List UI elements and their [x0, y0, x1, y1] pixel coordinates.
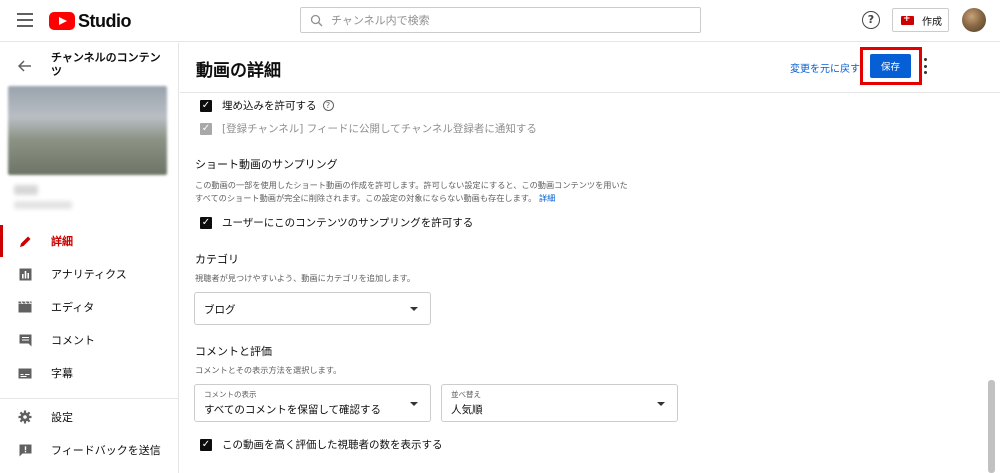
- avatar[interactable]: [962, 8, 986, 32]
- editor-icon: [18, 300, 32, 314]
- undo-changes-link[interactable]: 変更を元に戻す: [790, 60, 860, 75]
- feedback-icon: [18, 443, 32, 457]
- sidebar-item-label: エディタ: [51, 301, 95, 314]
- embed-checkbox[interactable]: ✓: [200, 99, 212, 112]
- logo-text: Studio: [78, 10, 132, 31]
- sidebar-item-label: コメント: [51, 334, 95, 347]
- category-title: カテゴリ: [195, 253, 239, 266]
- category-desc: 視聴者が見つけやすいよう、動画にカテゴリを追加します。: [195, 273, 416, 283]
- back-arrow-icon[interactable]: [17, 58, 32, 77]
- sidebar-item-label: 設定: [51, 411, 73, 424]
- sidebar-item-comments[interactable]: コメント: [0, 324, 179, 356]
- likes-checkbox[interactable]: ✓: [200, 438, 212, 451]
- embed-label: 埋め込みを許可する: [222, 100, 317, 112]
- scrollbar[interactable]: [988, 380, 995, 473]
- subtitles-icon: [18, 366, 32, 380]
- help-icon[interactable]: ?: [862, 11, 880, 29]
- chevron-down-icon: [410, 402, 418, 406]
- search-icon[interactable]: [301, 14, 331, 27]
- video-title-blurred: [14, 185, 38, 195]
- sidebar-item-editor[interactable]: エディタ: [0, 291, 179, 323]
- page-title: 動画の詳細: [196, 61, 281, 81]
- comment-visibility-value: すべてのコメントを保留して確認する: [204, 404, 382, 416]
- sidebar-item-label: 詳細: [51, 235, 73, 248]
- notify-label: [登録チャンネル] フィードに公開してチャンネル登録者に通知する: [222, 123, 537, 135]
- sidebar-item-details[interactable]: 詳細: [0, 225, 179, 257]
- gear-icon: [18, 410, 32, 424]
- main-header: 動画の詳細 変更を元に戻す 保存: [180, 43, 1000, 93]
- embed-checkbox-row[interactable]: ✓ 埋め込みを許可する ?: [200, 98, 334, 113]
- notify-checkbox-row: ✓ [登録チャンネル] フィードに公開してチャンネル登録者に通知する: [200, 121, 537, 136]
- create-label: 作成: [922, 16, 942, 28]
- sidebar-item-analytics[interactable]: アナリティクス: [0, 258, 179, 290]
- sort-value: 人気順: [451, 404, 483, 416]
- sort-select[interactable]: 並べ替え 人気順: [441, 384, 678, 422]
- analytics-icon: [18, 267, 32, 281]
- sampling-label: ユーザーにこのコンテンツのサンプリングを許可する: [222, 217, 474, 229]
- sampling-checkbox-row[interactable]: ✓ ユーザーにこのコンテンツのサンプリングを許可する: [200, 215, 473, 230]
- shorts-sampling-desc: この動画の一部を使用したショート動画の作成を許可します。許可しない設定にすると、…: [195, 179, 685, 205]
- top-bar: Studio ? 作成: [0, 0, 1000, 42]
- shorts-desc-line-1: この動画の一部を使用したショート動画の作成を許可します。許可しない設定にすると、…: [195, 180, 628, 190]
- category-select[interactable]: ブログ: [194, 292, 431, 325]
- likes-label: この動画を高く評価した視聴者の数を表示する: [222, 439, 443, 451]
- more-options-icon[interactable]: [922, 58, 928, 74]
- search-bar: [300, 7, 701, 33]
- youtube-logo-icon: [49, 12, 75, 30]
- sidebar-title: チャンネルのコンテンツ: [51, 51, 161, 78]
- save-button[interactable]: 保存: [870, 54, 911, 78]
- sidebar-item-label: 字幕: [51, 367, 73, 380]
- search-input[interactable]: [331, 13, 671, 27]
- sidebar-divider: [0, 398, 179, 399]
- sidebar-item-feedback[interactable]: フィードバックを送信: [0, 434, 179, 466]
- create-button[interactable]: 作成: [892, 8, 949, 32]
- menu-icon[interactable]: [17, 13, 33, 27]
- comments-ratings-title: コメントと評価: [195, 345, 272, 358]
- likes-checkbox-row[interactable]: ✓ この動画を高く評価した視聴者の数を表示する: [200, 437, 443, 452]
- chevron-down-icon: [410, 307, 418, 311]
- comment-visibility-select[interactable]: コメントの表示 すべてのコメントを保留して確認する: [194, 384, 431, 422]
- studio-logo[interactable]: Studio: [49, 10, 132, 31]
- shorts-sampling-title: ショート動画のサンプリング: [195, 158, 338, 171]
- video-thumbnail[interactable]: [8, 86, 167, 175]
- create-video-icon: [901, 14, 914, 25]
- help-icon[interactable]: ?: [322, 100, 334, 111]
- sidebar-item-label: フィードバックを送信: [51, 444, 161, 457]
- comment-icon: [18, 333, 32, 347]
- sampling-checkbox[interactable]: ✓: [200, 216, 212, 229]
- notify-checkbox: ✓: [200, 122, 212, 135]
- video-subtitle-blurred: [14, 201, 72, 209]
- sidebar-item-label: アナリティクス: [51, 268, 127, 281]
- pencil-icon: [18, 234, 32, 248]
- details-content: ✓ 埋め込みを許可する ? ✓ [登録チャンネル] フィードに公開してチャンネル…: [180, 94, 980, 473]
- sidebar: チャンネルのコンテンツ 詳細 アナリティクス エディタ コメント 字幕 設定 フ…: [0, 43, 179, 473]
- category-value: ブログ: [204, 304, 236, 316]
- chevron-down-icon: [657, 402, 665, 406]
- comments-desc: コメントとその表示方法を選択します。: [195, 365, 342, 375]
- shorts-desc-line-2: すべてのショート動画が完全に削除されます。この設定の対象にならない動画も存在しま…: [195, 193, 537, 203]
- sort-label: 並べ替え: [451, 390, 481, 399]
- sidebar-item-subtitles[interactable]: 字幕: [0, 357, 179, 389]
- sidebar-item-settings[interactable]: 設定: [0, 401, 179, 433]
- comment-visibility-label: コメントの表示: [204, 390, 257, 399]
- details-link[interactable]: 詳細: [539, 193, 555, 203]
